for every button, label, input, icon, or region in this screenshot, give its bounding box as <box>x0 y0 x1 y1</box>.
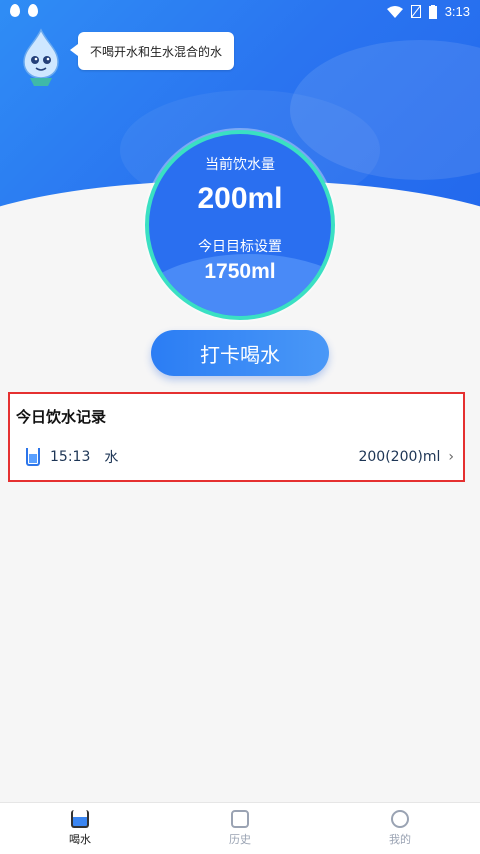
droplet-icon <box>10 4 20 17</box>
battery-icon <box>428 4 437 19</box>
bottom-nav: 喝水 历史 我的 <box>0 802 480 854</box>
user-icon <box>391 810 409 828</box>
cup-icon <box>26 448 40 466</box>
bubble-text: 不喝开水和生水混合的水 <box>90 44 223 59</box>
status-left <box>10 4 38 17</box>
status-bar: 3:13 <box>0 0 480 24</box>
nav-drink-label: 喝水 <box>69 833 91 846</box>
current-intake-value: 200ml <box>197 182 283 215</box>
record-amount: 200(200)ml <box>358 449 441 465</box>
mascot-speech-bubble: 不喝开水和生水混合的水 <box>69 32 235 70</box>
nav-mine[interactable]: 我的 <box>320 803 480 854</box>
target-value[interactable]: 1750ml <box>149 260 331 284</box>
mascot-droplet-icon[interactable] <box>16 28 66 88</box>
current-intake-label: 当前饮水量 <box>205 157 275 173</box>
nav-mine-label: 我的 <box>389 833 411 846</box>
record-time: 15:13 <box>50 449 91 465</box>
punch-drink-label: 打卡喝水 <box>200 342 280 367</box>
record-drink-name: 水 <box>104 450 119 466</box>
punch-drink-button[interactable]: 打卡喝水 <box>151 330 329 376</box>
today-record-card: 今日饮水记录 15:13 水 200(200)ml › <box>8 392 465 482</box>
nav-history-label: 历史 <box>229 833 251 846</box>
cup-icon <box>71 810 89 828</box>
sim-icon <box>410 5 421 18</box>
wifi-icon <box>386 5 403 18</box>
record-row[interactable]: 15:13 水 200(200)ml › <box>26 446 454 468</box>
status-time: 3:13 <box>444 4 470 19</box>
droplet-icon <box>28 4 38 17</box>
water-intake-ring[interactable]: 当前饮水量 200ml 今日目标设置 1750ml <box>145 130 335 320</box>
calendar-icon <box>231 810 249 828</box>
chevron-right-icon: › <box>448 449 454 465</box>
nav-drink[interactable]: 喝水 <box>0 803 160 854</box>
record-title: 今日饮水记录 <box>16 408 107 426</box>
nav-history[interactable]: 历史 <box>160 803 320 854</box>
target-label[interactable]: 今日目标设置 <box>149 236 331 256</box>
status-right: 3:13 <box>386 4 470 19</box>
